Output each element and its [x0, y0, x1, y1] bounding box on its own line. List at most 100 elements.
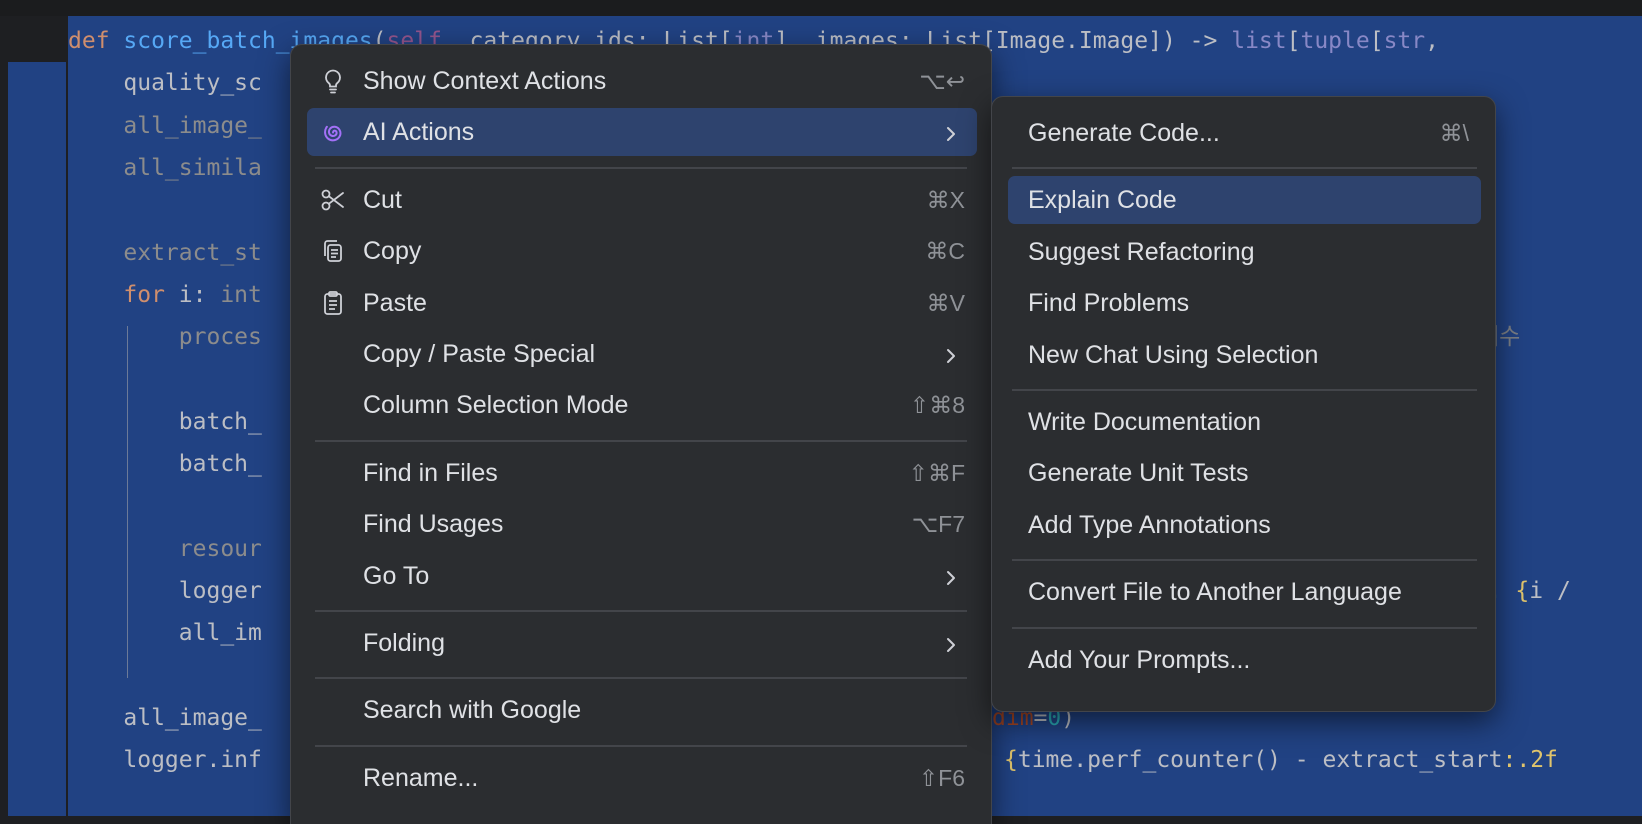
code-line[interactable]: resour: [68, 534, 262, 564]
ai-action-write-documentation[interactable]: Write Documentation: [1008, 398, 1481, 446]
code-token: str: [1383, 28, 1426, 54]
menu-item-label: Column Selection Mode: [363, 391, 629, 420]
menu-separator: [315, 744, 967, 747]
code-token: :.2f: [1502, 747, 1558, 774]
menu-item-label: Generate Code...: [1028, 119, 1220, 147]
context-menu-item-cut[interactable]: Cut ⌘X: [307, 176, 977, 224]
code-line[interactable]: proces: [68, 322, 262, 352]
code-token: ,: [1425, 28, 1439, 54]
menu-separator: [315, 439, 967, 442]
code-token: tuple: [1300, 28, 1370, 54]
menu-item-shortcut: ⌘\: [1439, 120, 1469, 146]
chevron-right-icon: [941, 122, 961, 142]
menu-separator: [315, 677, 967, 680]
ai-action-add-type-annotations[interactable]: Add Type Annotations: [1008, 501, 1481, 549]
menu-item-shortcut: ⇧F6: [918, 764, 965, 791]
context-menu-item-search-with-google[interactable]: Search with Google: [307, 686, 977, 734]
code-line[interactable]: extract_st: [68, 238, 262, 268]
context-menu-item-go-to[interactable]: Go To: [307, 552, 977, 600]
menu-item-label: Go To: [363, 561, 430, 590]
context-menu-item-find-usages[interactable]: Find Usages ⌥F7: [307, 500, 977, 548]
code-line[interactable]: batch_: [68, 449, 262, 479]
menu-item-label: Find in Files: [363, 458, 498, 487]
code-line[interactable]: logger: [68, 576, 262, 606]
context-menu-item-copy[interactable]: Copy ⌘C: [307, 227, 977, 275]
menu-item-label: New Chat Using Selection: [1028, 340, 1319, 369]
context-menu-item-paste[interactable]: Paste ⌘V: [307, 279, 977, 327]
menu-item-shortcut: ⌥F7: [911, 511, 965, 538]
code-token: for: [68, 281, 179, 308]
code-token: resour: [68, 535, 262, 562]
code-line[interactable]: all_im: [68, 618, 262, 648]
code-token: all_image_: [68, 704, 262, 731]
code-line[interactable]: quality_sc: [68, 68, 262, 98]
ai-action-suggest-refactoring[interactable]: Suggest Refactoring: [1008, 228, 1481, 276]
chevron-right-icon: [941, 344, 961, 364]
code-token: {: [1515, 577, 1530, 604]
menu-item-shortcut: ⇧⌘F: [908, 459, 965, 486]
ai-action-add-your-prompts[interactable]: Add Your Prompts...: [1008, 636, 1481, 684]
code-line[interactable]: batch_: [68, 407, 262, 437]
scissors-icon: [319, 186, 347, 214]
code-line[interactable]: logger.inf: [68, 745, 262, 775]
copy-icon: [319, 237, 347, 265]
menu-separator: [1012, 389, 1477, 391]
ai-action-explain-code[interactable]: Explain Code: [1008, 176, 1481, 225]
ai-spiral-icon: [319, 118, 347, 146]
ai-action-convert-file-to-another-language[interactable]: Convert File to Another Language: [1008, 568, 1481, 616]
code-token: i /: [1529, 577, 1585, 604]
context-menu-item-find-in-files[interactable]: Find in Files ⇧⌘F: [307, 449, 977, 497]
context-menu-item-column-selection-mode[interactable]: Column Selection Mode ⇧⌘8: [307, 381, 977, 429]
menu-item-label: Paste: [363, 288, 427, 317]
code-token: all_simila: [68, 154, 262, 181]
menu-item-label: Copy: [363, 237, 422, 266]
menu-item-label: Generate Unit Tests: [1028, 459, 1249, 488]
menu-separator: [1012, 559, 1477, 562]
lightbulb-icon: [319, 67, 347, 95]
editor-top-strip: [0, 0, 1642, 16]
gutter-selection: [8, 62, 66, 816]
menu-item-shortcut: ⇧⌘8: [909, 392, 965, 419]
context-menu-item-copy-paste-special[interactable]: Copy / Paste Special: [307, 330, 977, 378]
menu-item-label: Add Your Prompts...: [1028, 645, 1251, 674]
ai-action-new-chat-using-selection[interactable]: New Chat Using Selection: [1008, 331, 1481, 379]
code-token: [: [1369, 28, 1384, 54]
ai-action-find-problems[interactable]: Find Problems: [1008, 279, 1481, 327]
code-token: batch_: [68, 451, 262, 477]
code-token: [: [1286, 28, 1301, 54]
editor-context-menu: Show Context Actions ⌥↩ AI Actions Cut ⌘X Cop…: [290, 44, 992, 824]
menu-separator: [1012, 626, 1477, 629]
menu-item-label: Write Documentation: [1028, 408, 1261, 436]
chevron-right-icon: [941, 633, 961, 653]
code-line[interactable]: all_image_: [68, 703, 262, 733]
menu-item-shortcut: ⌘V: [926, 289, 965, 316]
code-line-fragment: {time.perf_counter() - extract_start:.2f: [1004, 745, 1558, 775]
code-token: {: [1004, 747, 1018, 774]
code-token: all_image_: [68, 112, 262, 139]
menu-item-shortcut: ⌘X: [926, 186, 965, 213]
code-line[interactable]: for i: int: [68, 280, 262, 310]
menu-separator: [315, 610, 967, 612]
code-token: logger.inf: [68, 747, 262, 774]
menu-item-label: Cut: [363, 185, 402, 214]
menu-item-label: Rename...: [363, 763, 479, 792]
menu-item-label: Show Context Actions: [363, 67, 607, 95]
menu-item-label: Search with Google: [363, 696, 582, 725]
code-line[interactable]: all_simila: [68, 153, 262, 183]
context-menu-item-show-context-actions[interactable]: Show Context Actions ⌥↩: [307, 57, 977, 105]
ai-action-generate-code[interactable]: Generate Code... ⌘\: [1008, 109, 1481, 157]
menu-separator: [1012, 167, 1477, 170]
clipboard-icon: [319, 289, 347, 317]
ai-actions-submenu: Generate Code... ⌘\ Explain Code Suggest Re…: [991, 96, 1496, 712]
code-token: quality_sc: [68, 70, 262, 97]
context-menu-item-ai-actions[interactable]: AI Actions: [307, 108, 977, 157]
code-token: batch_: [68, 408, 262, 435]
code-token: all_im: [68, 620, 262, 647]
code-line[interactable]: all_image_: [68, 111, 262, 141]
code-token: list: [1231, 28, 1287, 54]
context-menu-item-rename[interactable]: Rename... ⇧F6: [307, 754, 977, 802]
menu-item-label: Copy / Paste Special: [363, 340, 596, 368]
context-menu-item-folding[interactable]: Folding: [307, 619, 977, 667]
ai-action-generate-unit-tests[interactable]: Generate Unit Tests: [1008, 449, 1481, 497]
code-token: extract_st: [68, 239, 262, 266]
